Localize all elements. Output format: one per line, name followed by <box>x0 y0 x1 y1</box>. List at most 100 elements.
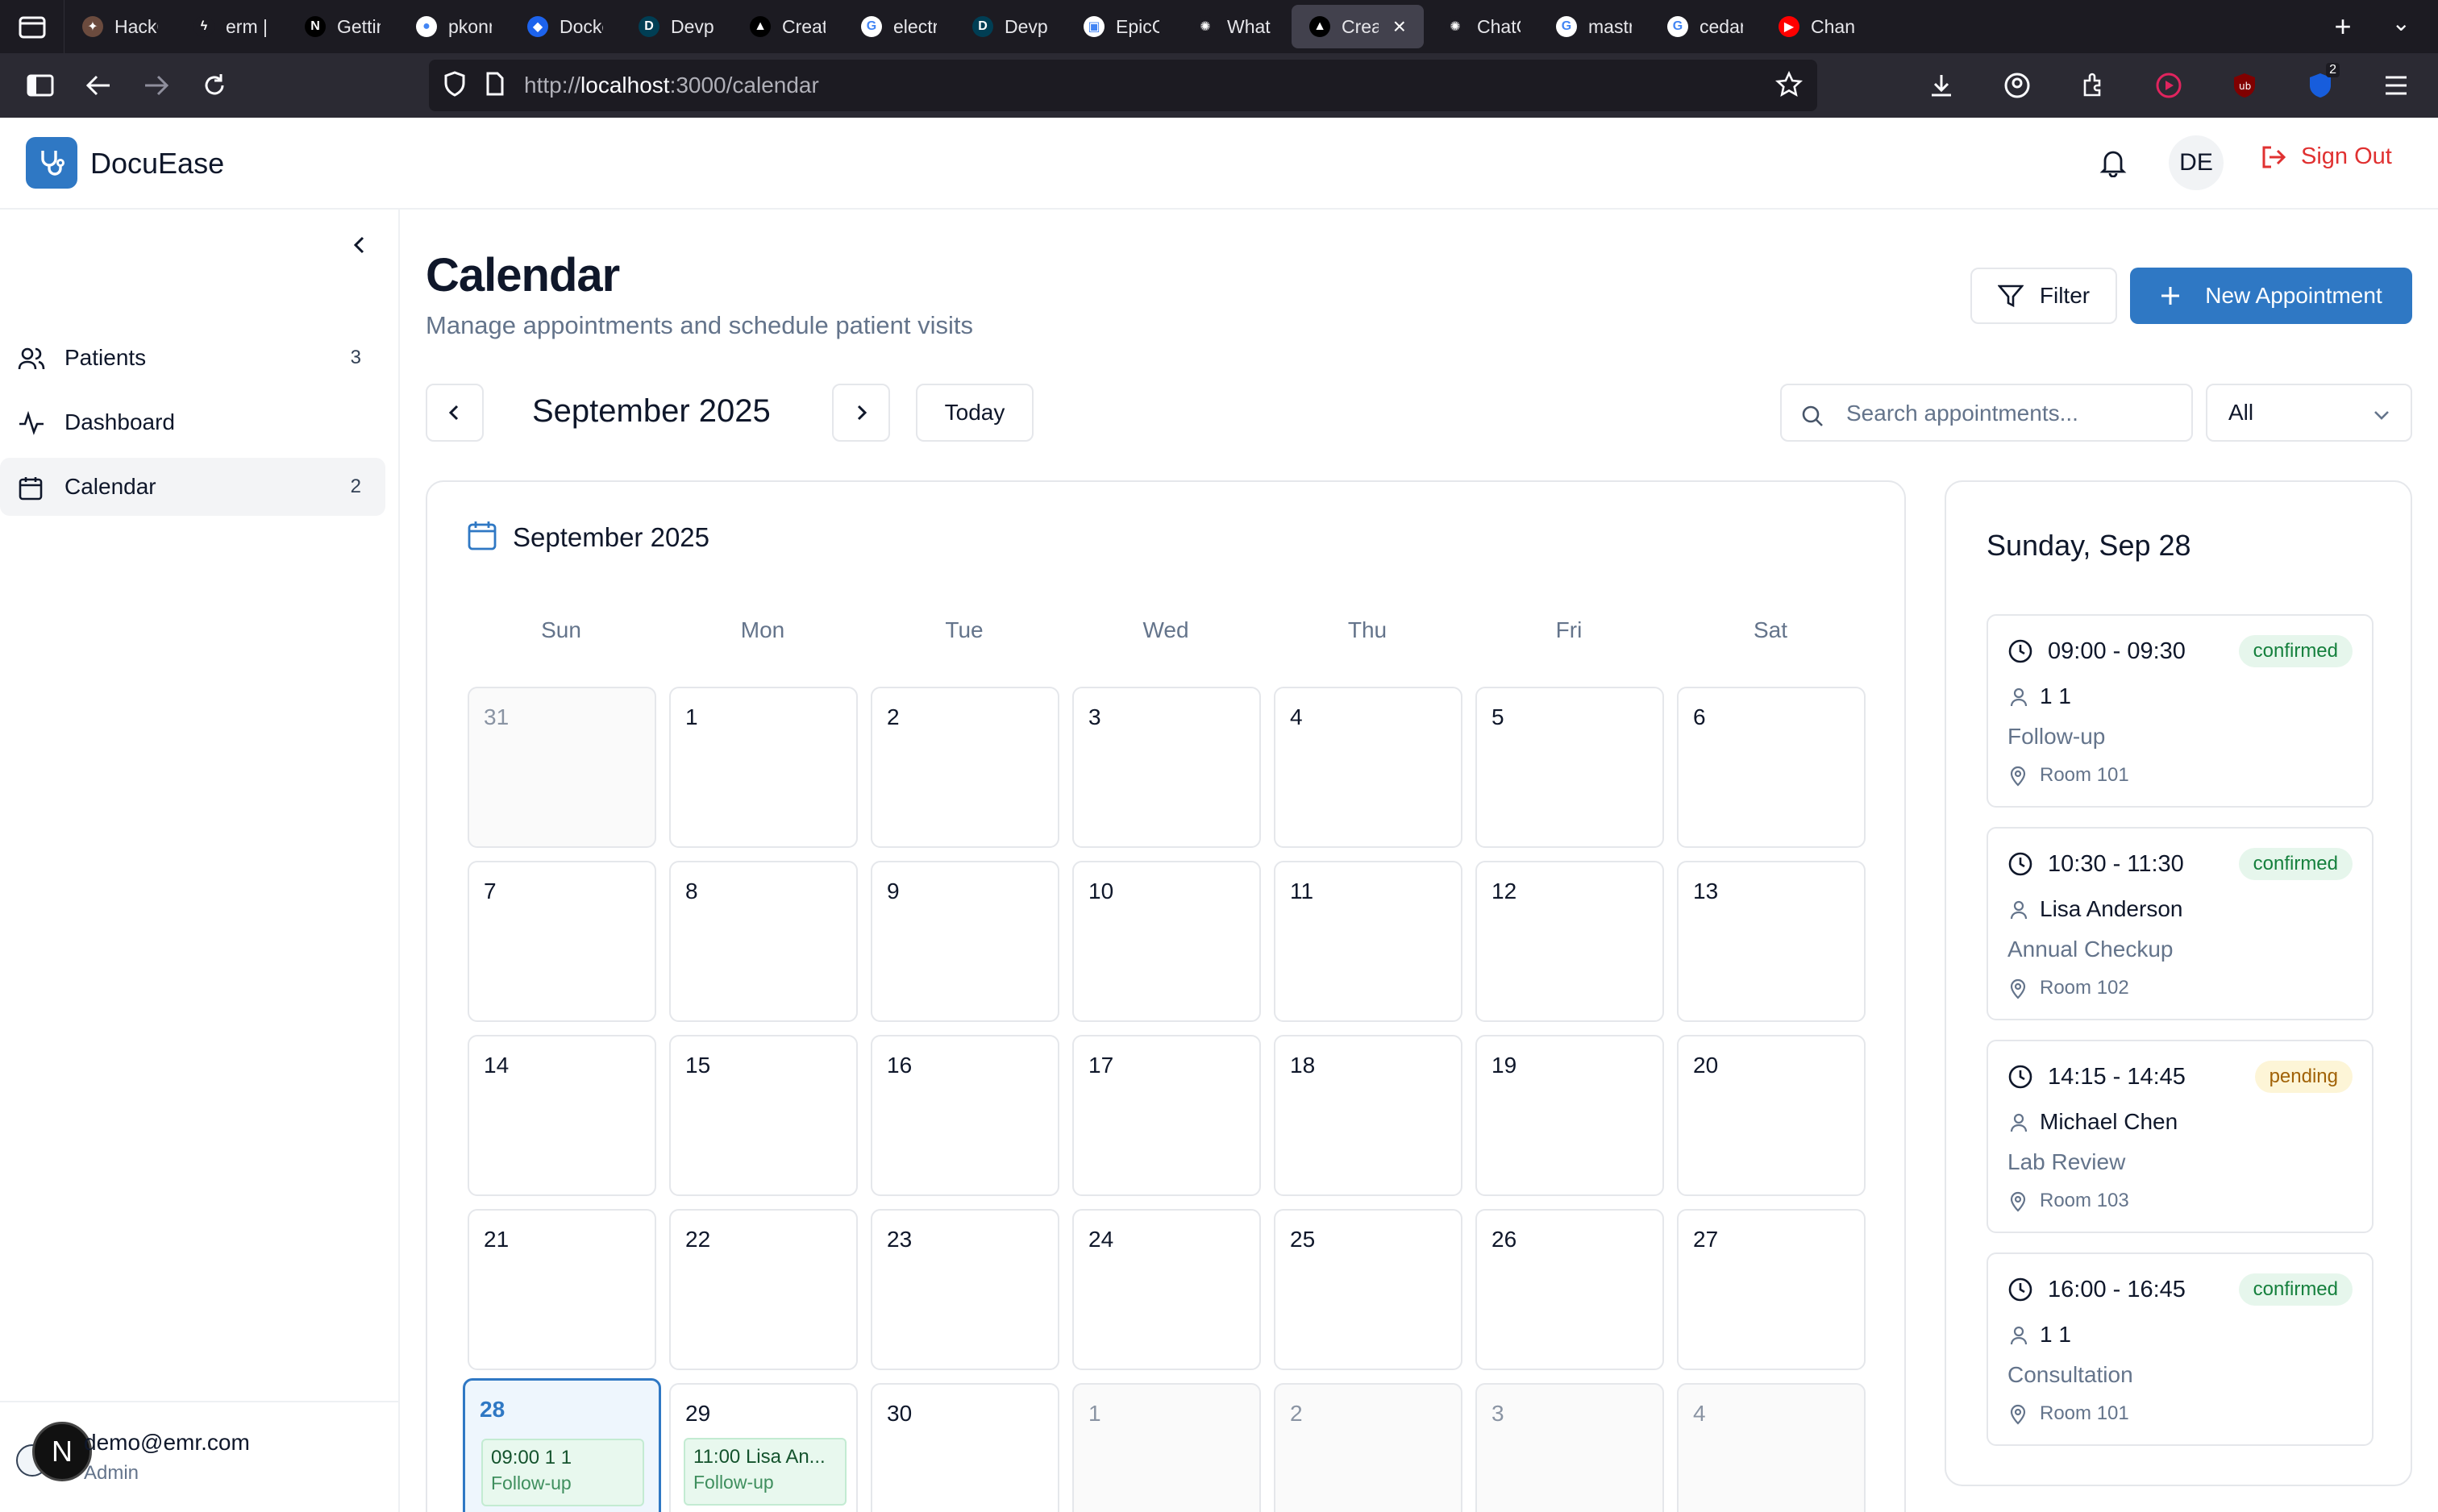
tab-list-dropdown-icon[interactable]: ⌄ <box>2392 10 2411 44</box>
calendar-day[interactable]: 2 <box>871 687 1059 848</box>
search-box[interactable] <box>1780 384 2193 442</box>
browser-tab[interactable]: D Devpost <box>955 5 1066 48</box>
browser-tab[interactable]: ▶ Channel <box>1761 5 1872 48</box>
calendar-day[interactable]: 17 <box>1072 1035 1261 1196</box>
calendar-day[interactable]: 7 <box>468 861 656 1022</box>
browser-tab[interactable]: Gmastra - <box>1538 5 1650 48</box>
appointment-card[interactable]: 09:00 - 09:30 confirmed 1 1 Follow-up Room 1… <box>1987 614 2374 808</box>
new-appointment-button[interactable]: New Appointment <box>2130 268 2412 324</box>
bitwarden-icon[interactable]: 2 <box>2291 56 2349 114</box>
calendar-day[interactable]: 24 <box>1072 1209 1261 1370</box>
browser-tab[interactable]: ▣ EpicCare <box>1066 5 1177 48</box>
today-button[interactable]: Today <box>916 384 1034 442</box>
calendar-day[interactable]: 25 <box>1274 1209 1462 1370</box>
bookmark-star-icon[interactable] <box>1774 70 1804 102</box>
calendar-day[interactable]: 1 <box>669 687 858 848</box>
sidebar-toggle-icon[interactable] <box>11 56 69 114</box>
calendar-day[interactable]: 20 <box>1677 1035 1866 1196</box>
previous-month-button[interactable] <box>426 384 484 442</box>
downloads-icon[interactable] <box>1912 56 1970 114</box>
dev-tools-badge[interactable]: N <box>32 1422 92 1481</box>
calendar-event[interactable]: 09:00 1 1 Follow-up <box>481 1439 644 1506</box>
calendar-day-today[interactable]: 28 09:00 1 1 Follow-up <box>463 1378 661 1512</box>
calendar-event[interactable]: 11:00 Lisa An... Follow-up <box>684 1438 847 1506</box>
tab-title: EpicCare <box>1116 15 1159 37</box>
browser-tab[interactable]: ✺ ChatGPT <box>1427 5 1538 48</box>
browser-tab[interactable]: ▲ Creat × <box>1292 5 1424 48</box>
browser-tab[interactable]: ✺ What is <box>1177 5 1288 48</box>
logo-stethoscope-icon[interactable] <box>26 137 77 189</box>
filter-button[interactable]: Filter <box>1970 268 2117 324</box>
sidebar-item-calendar[interactable]: Calendar 2 <box>0 458 385 516</box>
calendar-day[interactable]: 22 <box>669 1209 858 1370</box>
appointment-card[interactable]: 10:30 - 11:30 confirmed Lisa Anderson Annua… <box>1987 827 2374 1020</box>
back-icon[interactable] <box>69 56 127 114</box>
calendar-day[interactable]: 21 <box>468 1209 656 1370</box>
close-tab-icon[interactable]: × <box>1393 14 1406 39</box>
calendar-day[interactable]: 27 <box>1677 1209 1866 1370</box>
day-number: 9 <box>887 879 900 903</box>
calendar-day[interactable]: 30 <box>871 1383 1059 1512</box>
brand-name[interactable]: DocuEase <box>90 147 224 181</box>
calendar-day[interactable]: 15 <box>669 1035 858 1196</box>
calendar-day[interactable]: 31 <box>468 687 656 848</box>
browser-tab[interactable]: ✦ HackGT <box>64 5 176 48</box>
user-avatar[interactable]: DE <box>2169 135 2224 190</box>
ublock-icon[interactable]: ub <box>2215 56 2274 114</box>
sidebar-item-dashboard[interactable]: Dashboard <box>0 393 385 451</box>
shield-icon[interactable] <box>443 70 466 101</box>
calendar-day[interactable]: 26 <box>1475 1209 1664 1370</box>
calendar-day[interactable]: 18 <box>1274 1035 1462 1196</box>
browser-tab[interactable]: D Devpost <box>621 5 732 48</box>
menu-icon[interactable] <box>2367 56 2425 114</box>
tab-overview-icon[interactable] <box>0 0 64 53</box>
browser-tab[interactable]: N Getting <box>287 5 398 48</box>
calendar-day[interactable]: 4 <box>1677 1383 1866 1512</box>
calendar-day[interactable]: 1 <box>1072 1383 1261 1512</box>
calendar-day[interactable]: 11 <box>1274 861 1462 1022</box>
calendar-day[interactable]: 16 <box>871 1035 1059 1196</box>
forward-icon[interactable] <box>127 56 185 114</box>
patient-name: 1 1 <box>2040 683 2071 708</box>
calendar-day[interactable]: 13 <box>1677 861 1866 1022</box>
tab-favicon-icon: ◆ <box>527 16 548 37</box>
appointment-card[interactable]: 16:00 - 16:45 confirmed 1 1 Consultation Roo… <box>1987 1252 2374 1446</box>
status-select[interactable]: All <box>2206 384 2412 442</box>
tab-favicon-icon: D <box>639 16 659 37</box>
bell-icon[interactable] <box>2099 147 2127 181</box>
record-extension-icon[interactable] <box>2140 56 2198 114</box>
browser-tab[interactable]: Gelectron <box>843 5 955 48</box>
url-bar[interactable]: http://localhost:3000/calendar <box>429 60 1817 111</box>
calendar-day[interactable]: 3 <box>1072 687 1261 848</box>
calendar-day[interactable]: 6 <box>1677 687 1866 848</box>
browser-tab[interactable]: ϟ erm | pk <box>176 5 287 48</box>
next-month-button[interactable] <box>832 384 890 442</box>
calendar-day[interactable]: 8 <box>669 861 858 1022</box>
calendar-day[interactable]: 12 <box>1475 861 1664 1022</box>
calendar-day[interactable]: 9 <box>871 861 1059 1022</box>
new-tab-icon[interactable]: + <box>2335 10 2352 44</box>
calendar-day[interactable]: 4 <box>1274 687 1462 848</box>
sidebar-item-patients[interactable]: Patients 3 <box>0 329 385 387</box>
calendar-day[interactable]: 3 <box>1475 1383 1664 1512</box>
browser-tab[interactable]: ◆ Docker: <box>510 5 621 48</box>
calendar-day[interactable]: 5 <box>1475 687 1664 848</box>
calendar-day[interactable]: 10 <box>1072 861 1261 1022</box>
calendar-day[interactable]: 19 <box>1475 1035 1664 1196</box>
calendar-day[interactable]: 14 <box>468 1035 656 1196</box>
reload-icon[interactable] <box>185 56 243 114</box>
browser-tab[interactable]: ● pkonnot <box>398 5 510 48</box>
url-text[interactable]: http://localhost:3000/calendar <box>524 73 819 98</box>
appointment-card[interactable]: 14:15 - 14:45 pending Michael Chen Lab Revi… <box>1987 1040 2374 1233</box>
calendar-day[interactable]: 23 <box>871 1209 1059 1370</box>
collapse-sidebar-chevron-icon[interactable] <box>348 234 371 260</box>
day-number: 12 <box>1492 879 1517 903</box>
account-icon[interactable] <box>1988 56 2046 114</box>
calendar-day[interactable]: 2 <box>1274 1383 1462 1512</box>
sign-out-button[interactable]: Sign Out <box>2261 143 2392 170</box>
extensions-icon[interactable] <box>2064 56 2122 114</box>
calendar-day[interactable]: 29 11:00 Lisa An... Follow-up <box>669 1383 858 1512</box>
search-input[interactable] <box>1846 398 2177 429</box>
browser-tab[interactable]: Gcedar os <box>1650 5 1761 48</box>
browser-tab[interactable]: ▲ Create N <box>732 5 843 48</box>
